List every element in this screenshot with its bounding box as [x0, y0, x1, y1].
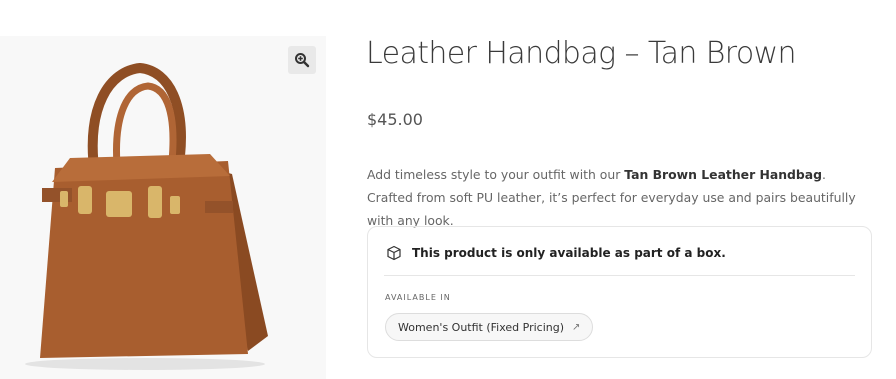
arrow-up-right-icon: ↗	[572, 321, 581, 333]
box-availability-panel: This product is only available as part o…	[367, 226, 872, 358]
magnifier-plus-icon	[295, 53, 310, 68]
product-price: $45.00	[367, 110, 423, 129]
available-in-label: AVAILABLE IN	[385, 293, 451, 302]
product-title: Leather Handbag – Tan Brown	[366, 36, 797, 71]
product-image[interactable]	[0, 36, 326, 379]
box-notice-text: This product is only available as part o…	[412, 246, 726, 260]
box-link-button[interactable]: Women's Outfit (Fixed Pricing) ↗	[385, 313, 594, 341]
zoom-icon-button[interactable]	[288, 46, 316, 74]
description-product-name: Tan Brown Leather Handbag	[624, 167, 823, 182]
description-text-start: Add timeless style to your outfit with o…	[367, 167, 625, 182]
cube-icon	[387, 245, 401, 261]
divider	[384, 275, 855, 276]
product-description: Add timeless style to your outfit with o…	[367, 163, 872, 232]
box-link-label: Women's Outfit (Fixed Pricing)	[398, 320, 565, 334]
box-notice: This product is only available as part o…	[386, 245, 726, 261]
